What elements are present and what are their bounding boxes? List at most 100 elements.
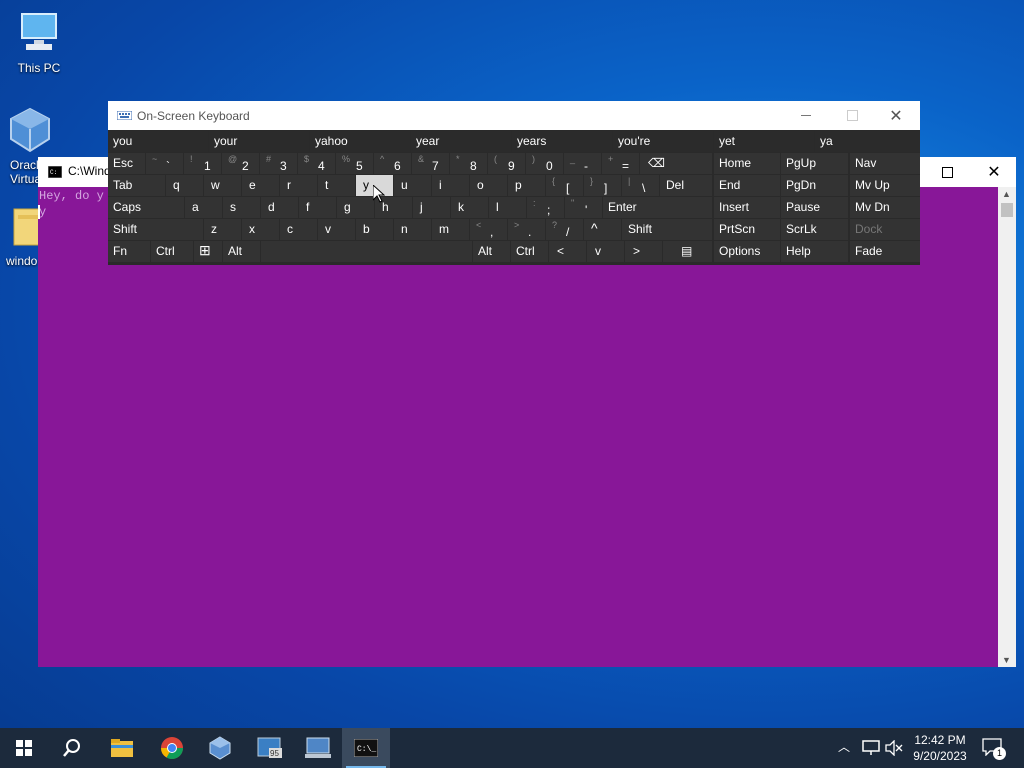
scroll-thumb[interactable] xyxy=(1001,203,1013,217)
key-6[interactable]: ^ 6 xyxy=(374,153,411,174)
key-p[interactable]: p xyxy=(508,175,545,196)
key-1[interactable]: ! 1 xyxy=(184,153,221,174)
app-95-button[interactable]: 95 xyxy=(246,728,294,768)
key-4[interactable]: $4 xyxy=(298,153,335,174)
scroll-down-arrow-icon[interactable]: ▼ xyxy=(1002,655,1011,665)
key-l[interactable]: l xyxy=(489,197,526,218)
key-fade[interactable]: Fade xyxy=(850,241,920,262)
key-9[interactable]: (9 xyxy=(488,153,525,174)
minimize-button[interactable] xyxy=(784,101,828,130)
key-7[interactable]: & 7 xyxy=(412,153,449,174)
key-move-up[interactable]: Mv Up xyxy=(850,175,920,196)
key-right-ctrl[interactable]: Ctrl xyxy=(511,241,548,262)
key-insert[interactable]: Insert xyxy=(714,197,780,218)
prediction-word[interactable]: you're xyxy=(613,131,713,152)
prediction-word[interactable]: years xyxy=(512,131,612,152)
key-prtscn[interactable]: PrtScn xyxy=(714,219,780,240)
key-w[interactable]: w xyxy=(204,175,241,196)
key-open-bracket[interactable]: {[ xyxy=(546,175,583,196)
close-button[interactable]: ✕ xyxy=(974,157,1014,187)
key-g[interactable]: g xyxy=(337,197,374,218)
key-left-shift[interactable]: Shift xyxy=(108,219,203,240)
key-2[interactable]: @2 xyxy=(222,153,259,174)
key-help[interactable]: Help xyxy=(781,241,848,262)
key-down-arrow[interactable]: v xyxy=(587,241,624,262)
key-d[interactable]: d xyxy=(261,197,298,218)
key-backtick[interactable]: ~ ` xyxy=(146,153,183,174)
key-left-alt[interactable]: Alt xyxy=(223,241,260,262)
key-caps[interactable]: Caps xyxy=(108,197,184,218)
key-n[interactable]: n xyxy=(394,219,431,240)
key-enter[interactable]: Enter xyxy=(603,197,712,218)
osk-titlebar[interactable]: On-Screen Keyboard ✕ xyxy=(108,101,920,130)
maximize-button[interactable] xyxy=(830,101,874,130)
chrome-button[interactable] xyxy=(148,728,196,768)
key-close-bracket[interactable]: }] xyxy=(584,175,621,196)
key-windows[interactable]: ⊞ xyxy=(194,241,222,262)
key-left-ctrl[interactable]: Ctrl xyxy=(151,241,193,262)
key-backslash[interactable]: | \ xyxy=(622,175,659,196)
key-0[interactable]: ) 0 xyxy=(526,153,563,174)
key-menu[interactable]: ▤ xyxy=(663,241,712,262)
key-quote[interactable]: " ' xyxy=(565,197,602,218)
key-k[interactable]: k xyxy=(451,197,488,218)
key-del[interactable]: Del xyxy=(660,175,712,196)
key-up-arrow[interactable]: ^ xyxy=(584,219,621,240)
key-scrlk[interactable]: ScrLk xyxy=(781,219,848,240)
key-backspace[interactable]: ⌫ xyxy=(640,153,712,174)
key-dock[interactable]: Dock xyxy=(850,219,920,240)
key-x[interactable]: x xyxy=(242,219,279,240)
key-c[interactable]: c xyxy=(280,219,317,240)
key-pgdn[interactable]: PgDn xyxy=(781,175,848,196)
key-3[interactable]: #3 xyxy=(260,153,297,174)
notification-center-button[interactable]: 1 xyxy=(982,738,1006,760)
key-i[interactable]: i xyxy=(432,175,469,196)
key-equals[interactable]: + = xyxy=(602,153,639,174)
key-t[interactable]: t xyxy=(318,175,355,196)
key-options[interactable]: Options xyxy=(714,241,780,262)
prediction-word[interactable]: yahoo xyxy=(310,131,410,152)
prediction-word[interactable]: your xyxy=(209,131,309,152)
key-left-arrow[interactable]: < xyxy=(549,241,586,262)
close-button[interactable]: ✕ xyxy=(874,101,918,130)
key-m[interactable]: m xyxy=(432,219,469,240)
virtualbox-button[interactable] xyxy=(196,728,244,768)
key-comma[interactable]: <, xyxy=(470,219,507,240)
vertical-scrollbar[interactable]: ▲ ▼ xyxy=(998,187,1016,667)
key-right-arrow[interactable]: > xyxy=(625,241,662,262)
key-space[interactable] xyxy=(261,241,472,262)
start-button[interactable] xyxy=(0,728,48,768)
key-e[interactable]: e xyxy=(242,175,279,196)
prediction-word[interactable]: you xyxy=(108,131,208,152)
key-5[interactable]: % 5 xyxy=(336,153,373,174)
key-period[interactable]: >. xyxy=(508,219,545,240)
on-screen-keyboard[interactable]: On-Screen Keyboard ✕ you your yahoo year… xyxy=(108,101,920,265)
network-tray-button[interactable] xyxy=(862,740,880,756)
scroll-up-arrow-icon[interactable]: ▲ xyxy=(1002,189,1011,199)
search-button[interactable] xyxy=(48,728,96,768)
key-v[interactable]: v xyxy=(318,219,355,240)
key-pause[interactable]: Pause xyxy=(781,197,848,218)
key-b[interactable]: b xyxy=(356,219,393,240)
file-explorer-button[interactable] xyxy=(98,728,146,768)
key-minus[interactable]: _ - xyxy=(564,153,601,174)
key-o[interactable]: o xyxy=(470,175,507,196)
key-8[interactable]: * 8 xyxy=(450,153,487,174)
key-a[interactable]: a xyxy=(185,197,222,218)
key-esc[interactable]: Esc xyxy=(108,153,145,174)
key-u[interactable]: u xyxy=(394,175,431,196)
key-end[interactable]: End xyxy=(714,175,780,196)
key-home[interactable]: Home xyxy=(714,153,780,174)
key-right-alt[interactable]: Alt xyxy=(473,241,510,262)
prediction-word[interactable]: yet xyxy=(714,131,814,152)
key-j[interactable]: j xyxy=(413,197,450,218)
prediction-word[interactable]: year xyxy=(411,131,511,152)
show-hidden-icons-button[interactable]: ︿ xyxy=(838,738,854,758)
key-semicolon[interactable]: :; xyxy=(527,197,564,218)
network-app-button[interactable] xyxy=(294,728,342,768)
taskbar-clock[interactable]: 12:42 PM 9/20/2023 xyxy=(905,732,975,764)
key-pgup[interactable]: PgUp xyxy=(781,153,848,174)
key-q[interactable]: q xyxy=(166,175,203,196)
key-move-down[interactable]: Mv Dn xyxy=(850,197,920,218)
volume-tray-button[interactable] xyxy=(884,739,904,757)
